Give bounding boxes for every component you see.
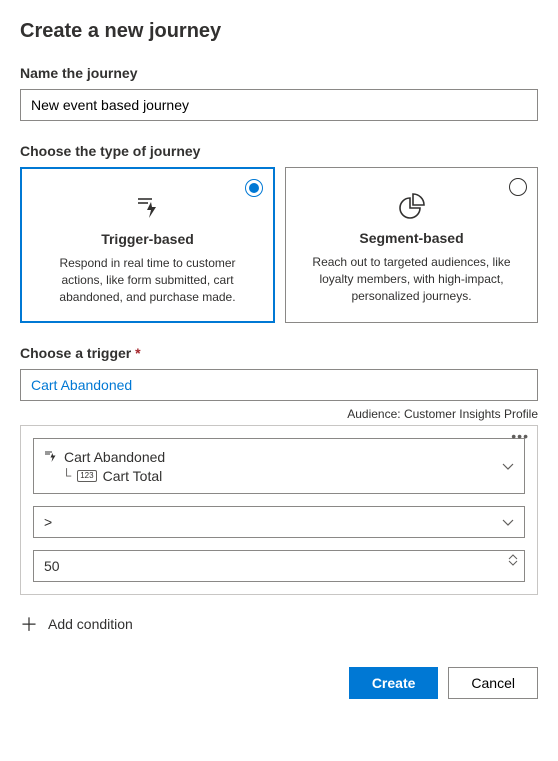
- plus-icon: ＋: [20, 611, 38, 637]
- lightning-mini-icon: [44, 449, 58, 466]
- add-condition-button[interactable]: ＋ Add condition: [20, 611, 538, 637]
- audience-text: Audience: Customer Insights Profile: [20, 407, 538, 421]
- card-title-segment: Segment-based: [302, 230, 521, 246]
- card-desc-trigger: Respond in real time to customer actions…: [38, 255, 257, 305]
- number-badge-icon: 123: [77, 470, 96, 482]
- condition-operator-select[interactable]: >: [33, 506, 525, 538]
- card-segment-based[interactable]: Segment-based Reach out to targeted audi…: [285, 167, 538, 323]
- name-label: Name the journey: [20, 65, 538, 81]
- card-desc-segment: Reach out to targeted audiences, like lo…: [302, 254, 521, 304]
- trigger-input[interactable]: [20, 369, 538, 401]
- condition-field-select[interactable]: Cart Abandoned └ 123 Cart Total: [33, 438, 525, 494]
- trigger-label: Choose a trigger *: [20, 345, 538, 361]
- type-label: Choose the type of journey: [20, 143, 538, 159]
- page-title: Create a new journey: [20, 20, 538, 43]
- elbow-icon: └: [62, 468, 71, 483]
- chevron-down-icon: [502, 458, 514, 474]
- create-button[interactable]: Create: [349, 667, 439, 699]
- more-icon[interactable]: •••: [511, 428, 529, 444]
- condition-root: Cart Abandoned: [64, 449, 165, 465]
- condition-child: Cart Total: [103, 468, 163, 484]
- cancel-button[interactable]: Cancel: [448, 667, 538, 699]
- journey-name-input[interactable]: [20, 89, 538, 121]
- spinner-icon[interactable]: [508, 554, 518, 566]
- chevron-down-icon: [502, 514, 514, 530]
- radio-segment-based[interactable]: [509, 178, 527, 196]
- condition-value-input[interactable]: 50: [33, 550, 525, 582]
- card-trigger-based[interactable]: Trigger-based Respond in real time to cu…: [20, 167, 275, 323]
- condition-value: 50: [44, 558, 60, 574]
- lightning-icon: [38, 193, 257, 221]
- card-title-trigger: Trigger-based: [38, 231, 257, 247]
- add-condition-label: Add condition: [48, 616, 133, 632]
- radio-trigger-based[interactable]: [245, 179, 263, 197]
- condition-box: ••• Cart Abandoned └ 123 Cart Total: [20, 425, 538, 595]
- pie-chart-icon: [302, 192, 521, 220]
- operator-value: >: [44, 514, 52, 530]
